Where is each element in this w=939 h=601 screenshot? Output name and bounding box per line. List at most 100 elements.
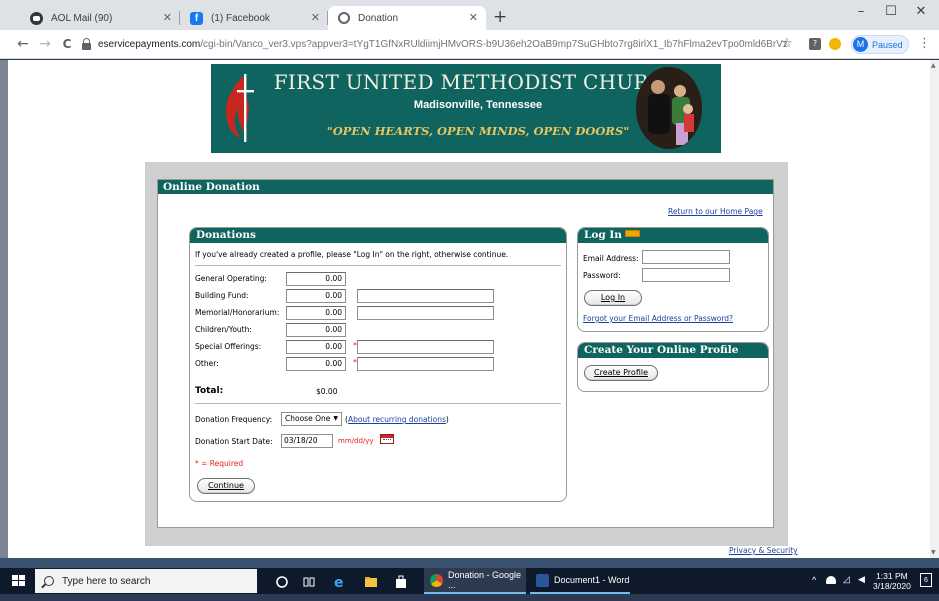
store-icon[interactable] <box>394 574 408 588</box>
taskbar-app-word[interactable]: Document1 - Word <box>530 568 630 594</box>
create-profile-panel: Create Your Online Profile Create Profil… <box>577 342 769 392</box>
tab-aol-mail[interactable]: AOL Mail (90) ✕ <box>20 6 180 30</box>
chevron-down-icon: ▼ <box>333 415 338 422</box>
fund-amount-input[interactable]: 0.00 <box>286 340 346 354</box>
new-badge-icon <box>624 230 640 237</box>
divider <box>195 403 561 404</box>
reload-button[interactable]: C <box>58 36 76 52</box>
create-profile-label: Create Profile <box>594 368 648 377</box>
create-profile-heading: Create Your Online Profile <box>578 343 768 358</box>
create-profile-button[interactable]: Create Profile <box>584 365 658 381</box>
fund-label: Children/Youth: <box>195 325 252 334</box>
tab-title: AOL Mail (90) <box>51 12 113 24</box>
extension-icon[interactable] <box>829 38 841 50</box>
continue-button[interactable]: Continue <box>197 478 255 494</box>
close-tab-icon[interactable]: ✕ <box>163 11 172 24</box>
profile-button[interactable]: M Paused <box>851 35 909 54</box>
fund-row: General Operating: 0.00 <box>195 272 565 286</box>
maximize-button[interactable]: ☐ <box>876 4 906 19</box>
forgot-credentials-link[interactable]: Forgot your Email Address or Password? <box>583 314 733 323</box>
fund-label: Other: <box>195 359 219 368</box>
taskbar-app-chrome[interactable]: Donation - Google ... <box>424 568 526 594</box>
wifi-icon[interactable]: ◿ <box>843 574 850 600</box>
fund-row: Other: 0.00 * <box>195 357 565 371</box>
minimize-button[interactable]: – <box>846 4 876 19</box>
continue-label: Continue <box>208 481 244 490</box>
fund-amount-input[interactable]: 0.00 <box>286 306 346 320</box>
fund-memo-input[interactable] <box>357 306 494 320</box>
bookmark-star-icon[interactable]: ☆ <box>781 36 793 51</box>
volume-icon[interactable]: ◀ <box>858 574 865 600</box>
scroll-up-icon[interactable]: ▲ <box>931 62 936 69</box>
clock-time: 1:31 PM <box>876 571 908 581</box>
tab-facebook[interactable]: f (1) Facebook ✕ <box>180 6 328 30</box>
login-button-label: Log In <box>600 293 626 302</box>
facebook-icon: f <box>190 11 203 25</box>
windows-taskbar: Type here to search e Donation - Google … <box>0 568 939 594</box>
frequency-select[interactable]: Choose One ▼ <box>281 412 342 426</box>
fund-row: Special Offerings: 0.00 * <box>195 340 565 354</box>
system-clock[interactable]: 1:31 PM 3/18/2020 <box>873 571 911 591</box>
extension-icon[interactable]: ? <box>809 38 821 50</box>
total-value: $0.00 <box>316 387 338 396</box>
tab-title: Donation <box>358 12 399 24</box>
fund-amount-input[interactable]: 0.00 <box>286 357 346 371</box>
password-field[interactable] <box>642 268 730 282</box>
file-explorer-icon[interactable] <box>364 574 378 588</box>
task-view-icon[interactable] <box>302 574 316 588</box>
url-text: eservicepayments.com/cgi-bin/Vanco_ver3.… <box>98 39 788 50</box>
fund-memo-input[interactable] <box>357 340 494 354</box>
donations-heading: Donations <box>190 228 566 243</box>
email-field[interactable] <box>642 250 730 264</box>
fund-amount-input[interactable]: 0.00 <box>286 323 346 337</box>
fund-row: Building Fund: 0.00 <box>195 289 565 303</box>
edge-icon[interactable]: e <box>333 574 347 591</box>
frequency-value: Choose One <box>285 414 331 423</box>
forward-button[interactable]: → <box>36 36 54 52</box>
fund-amount-input[interactable]: 0.00 <box>286 289 346 303</box>
start-date-label: Donation Start Date: <box>195 437 273 446</box>
close-tab-icon[interactable]: ✕ <box>311 11 320 24</box>
browser-menu-icon[interactable]: ⋮ <box>918 36 931 51</box>
online-donation-card: Online Donation Return to our Home Page … <box>157 179 774 528</box>
scroll-down-icon[interactable]: ▼ <box>931 549 936 556</box>
fund-label: Building Fund: <box>195 291 249 300</box>
profile-status: Paused <box>872 39 903 50</box>
tray-chevron-icon[interactable]: ^ <box>812 575 816 601</box>
browser-toolbar: ← → C eservicepayments.com/cgi-bin/Vanco… <box>0 30 939 59</box>
privacy-security-link[interactable]: Privacy & Security <box>729 546 798 555</box>
content-frame: Online Donation Return to our Home Page … <box>145 162 788 546</box>
notifications-icon[interactable]: 6 <box>920 573 932 587</box>
network-icon[interactable] <box>826 576 836 584</box>
home-page-link[interactable]: Return to our Home Page <box>668 207 763 216</box>
close-tab-icon[interactable]: ✕ <box>469 11 478 24</box>
cortana-icon[interactable] <box>275 574 289 588</box>
window-close-button[interactable]: ✕ <box>906 4 936 19</box>
notification-count: 6 <box>924 577 928 584</box>
tab-title: (1) Facebook <box>211 12 270 24</box>
calendar-icon[interactable] <box>380 434 394 444</box>
church-banner: FIRST UNITED METHODIST CHURCH Madisonvil… <box>211 64 721 153</box>
fund-label: Special Offerings: <box>195 342 262 351</box>
word-icon <box>536 573 549 587</box>
fund-row: Memorial/Honorarium: 0.00 <box>195 306 565 320</box>
recurring-info: (About recurring donations) <box>345 415 449 424</box>
tab-donation[interactable]: Donation ✕ <box>328 6 486 30</box>
vertical-scrollbar[interactable]: ▲ ▼ <box>930 60 939 558</box>
svg-text:e: e <box>334 575 344 589</box>
back-button[interactable]: ← <box>14 36 32 52</box>
recurring-donations-link[interactable]: About recurring donations <box>348 415 446 424</box>
search-icon <box>44 576 54 586</box>
start-date-input[interactable]: 03/18/20 <box>281 434 333 448</box>
fund-memo-input[interactable] <box>357 357 494 371</box>
fund-memo-input[interactable] <box>357 289 494 303</box>
frequency-label: Donation Frequency: <box>195 415 273 424</box>
divider <box>195 265 561 266</box>
windows-start-icon[interactable] <box>12 575 25 587</box>
fund-amount-input[interactable]: 0.00 <box>286 272 346 286</box>
new-tab-button[interactable]: + <box>493 8 507 26</box>
taskbar-search-box[interactable]: Type here to search <box>35 569 257 593</box>
login-button[interactable]: Log In <box>584 290 642 306</box>
address-bar[interactable]: eservicepayments.com/cgi-bin/Vanco_ver3.… <box>82 34 802 55</box>
taskbar-app-label: Donation - Google ... <box>448 570 522 590</box>
